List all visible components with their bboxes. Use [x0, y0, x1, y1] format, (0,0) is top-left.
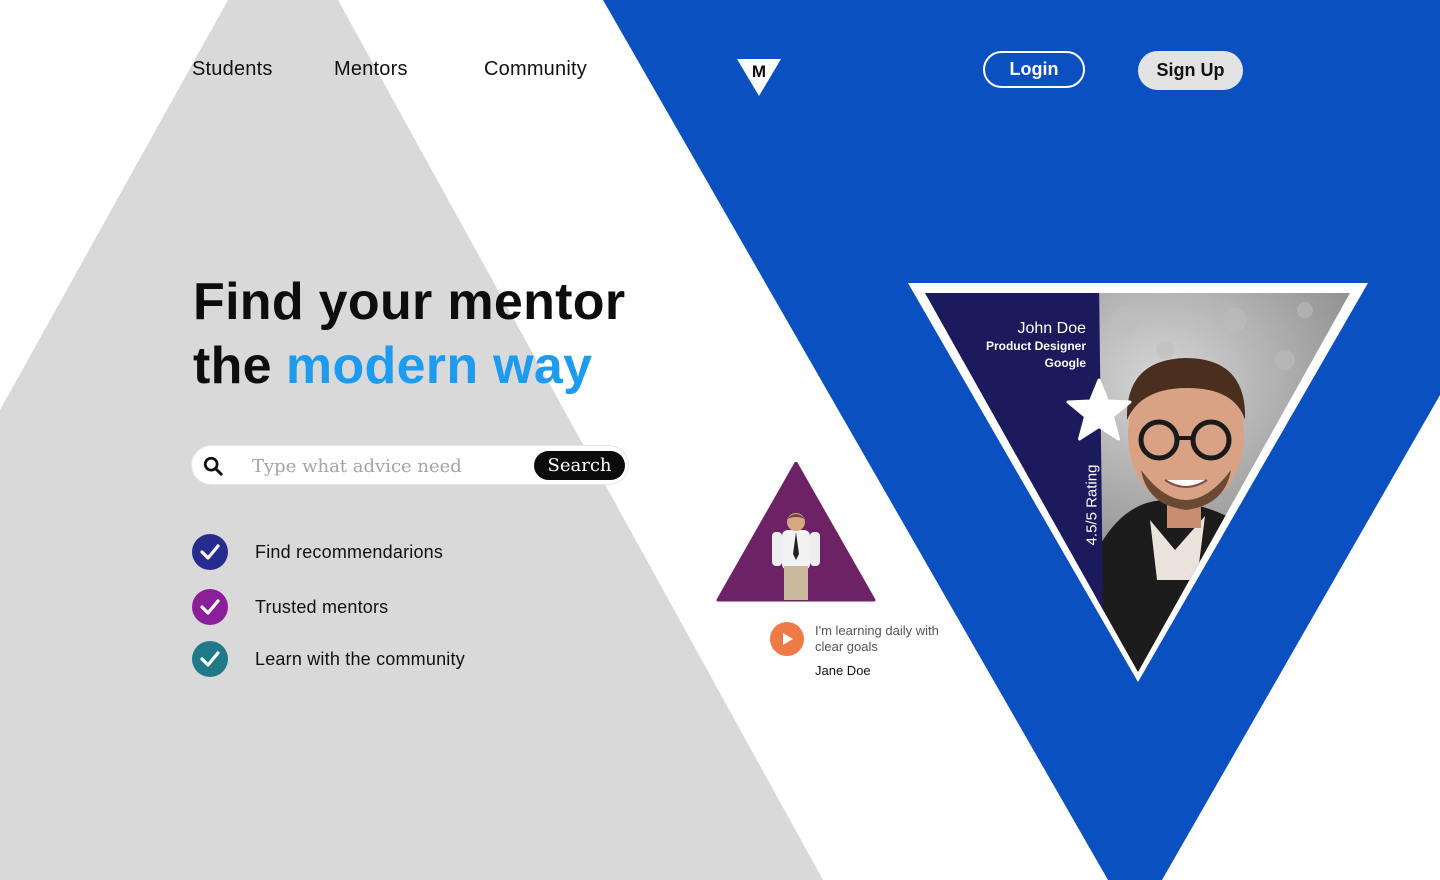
- login-button[interactable]: Login: [983, 51, 1085, 88]
- mentor-rating: 4.5/5 Rating: [1083, 464, 1101, 546]
- check-icon: [192, 641, 228, 677]
- hero-title: Find your mentor the modern way: [193, 270, 625, 398]
- feature-label: Find recommendarions: [255, 541, 444, 562]
- search-bar: Search: [192, 446, 628, 484]
- nav-link-students[interactable]: Students: [192, 58, 273, 81]
- mentor-company: Google: [1044, 356, 1086, 370]
- mentor-role: Product Designer: [985, 339, 1086, 353]
- play-button[interactable]: [770, 622, 804, 656]
- feature-item: Find recommendarions: [192, 534, 443, 570]
- feature-item: Trusted mentors: [192, 589, 388, 625]
- check-icon: [192, 589, 228, 625]
- play-icon: [783, 633, 793, 645]
- check-icon: [192, 534, 228, 570]
- feature-item: Learn with the community: [192, 641, 465, 677]
- logo-icon[interactable]: M: [736, 56, 782, 98]
- hero-title-line1: Find your mentor: [193, 273, 626, 331]
- testimonial-author: Jane Doe: [815, 663, 871, 678]
- hero-title-accent: modern way: [285, 337, 593, 395]
- feature-label: Learn with the community: [255, 648, 465, 669]
- search-button[interactable]: Search: [534, 451, 625, 480]
- testimonial-photo: [716, 462, 876, 602]
- search-input[interactable]: [250, 450, 524, 482]
- logo-letter: M: [752, 62, 766, 81]
- star-icon: [1066, 378, 1132, 441]
- nav-link-mentors[interactable]: Mentors: [334, 58, 408, 81]
- hero-title-prefix: the: [193, 337, 272, 395]
- search-icon: [203, 456, 223, 476]
- feature-label: Trusted mentors: [255, 596, 389, 617]
- mentor-name: John Doe: [1017, 320, 1087, 337]
- signup-button[interactable]: Sign Up: [1138, 51, 1243, 90]
- nav-link-community[interactable]: Community: [484, 58, 587, 81]
